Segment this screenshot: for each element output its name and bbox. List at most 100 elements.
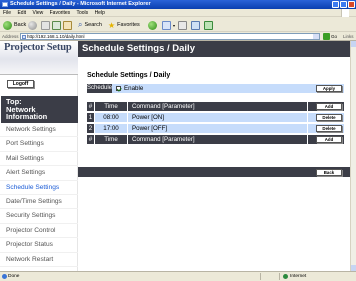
search-icon: ⌕ xyxy=(78,20,83,29)
stop-icon xyxy=(41,20,50,30)
sidebar-item-projector-status[interactable]: Projector Status xyxy=(0,238,78,253)
messenger-button[interactable] xyxy=(204,20,213,30)
favorites-button[interactable]: ★ Favorites xyxy=(108,20,140,30)
sidebar-item-security-settings[interactable]: Security Settings xyxy=(0,209,78,224)
mail-chevron-icon: ▾ xyxy=(173,22,176,28)
back-label: Back xyxy=(14,22,27,28)
maximize-icon[interactable] xyxy=(340,1,347,8)
mail-button[interactable]: ▾ xyxy=(162,20,175,30)
print-icon xyxy=(178,20,187,30)
forward-arrow-icon xyxy=(28,20,37,30)
sidebar-item-date-time-settings[interactable]: Date/Time Settings xyxy=(0,195,78,210)
sidebar-item-network-restart[interactable]: Network Restart xyxy=(0,253,78,267)
row-number: 1 xyxy=(87,113,94,122)
home-icon xyxy=(63,20,72,30)
schedule-enable-row: Schedule Enable xyxy=(87,84,344,93)
vertical-scrollbar[interactable] xyxy=(350,41,356,271)
status-text: Done xyxy=(8,274,20,279)
menu-bar: File Edit View Favorites Tools Help xyxy=(0,9,356,17)
sidebar-item-network-settings[interactable]: Network Settings xyxy=(0,123,78,138)
mail-icon xyxy=(162,20,171,30)
logoff-button[interactable]: Logoff xyxy=(7,80,34,88)
minimize-icon[interactable] xyxy=(332,1,339,8)
menu-edit[interactable]: Edit xyxy=(17,10,26,16)
status-separator xyxy=(260,273,261,280)
footer-command: Command [Parameter] xyxy=(128,135,307,144)
row-time: 17:00 xyxy=(95,124,127,133)
page-header: Schedule Settings / Daily xyxy=(78,41,350,57)
refresh-button[interactable] xyxy=(52,20,61,30)
menu-favorites[interactable]: Favorites xyxy=(50,10,71,16)
schedule-table-footer: # Time Command [Parameter] xyxy=(87,135,344,144)
sidebar-item-mail-settings[interactable]: Mail Settings xyxy=(0,152,78,167)
go-arrow-icon xyxy=(323,33,330,40)
go-button[interactable]: Go xyxy=(323,33,337,40)
sidebar-item-schedule-settings[interactable]: Schedule Settings xyxy=(0,181,78,195)
menu-view[interactable]: View xyxy=(32,10,43,16)
sidebar-nav: Network Settings Port Settings Mail Sett… xyxy=(0,123,78,267)
address-bar: Address http://192.168.1.10/daily.html G… xyxy=(0,32,356,41)
add-button-bottom[interactable]: Add xyxy=(316,136,342,143)
print-button[interactable] xyxy=(178,20,187,30)
menu-help[interactable]: Help xyxy=(95,10,105,16)
windows-logo-icon xyxy=(341,9,349,17)
history-button[interactable] xyxy=(148,20,157,30)
go-label: Go xyxy=(331,34,338,39)
star-icon: ★ xyxy=(108,20,116,30)
projector-setup-logo: Projector Setup xyxy=(4,42,72,53)
address-url: http://192.168.1.10/daily.html xyxy=(27,34,85,39)
links-label[interactable]: Links xyxy=(343,32,354,41)
menu-tools[interactable]: Tools xyxy=(76,10,88,16)
delete-button[interactable]: Delete xyxy=(316,114,342,121)
favorites-label: Favorites xyxy=(117,22,140,28)
refresh-icon xyxy=(52,20,61,30)
menu-file[interactable]: File xyxy=(3,10,11,16)
forward-button[interactable] xyxy=(28,20,37,30)
search-button[interactable]: ⌕ Search xyxy=(78,20,102,30)
enable-label: Enable xyxy=(124,85,144,92)
ie-app-icon xyxy=(2,2,8,7)
close-icon[interactable] xyxy=(348,1,355,8)
delete-button[interactable]: Delete xyxy=(316,125,342,132)
schedule-label: Schedule xyxy=(87,84,113,93)
window-controls xyxy=(332,1,355,8)
edit-icon xyxy=(191,20,200,30)
back-arrow-icon xyxy=(3,20,12,30)
sidebar-item-projector-control[interactable]: Projector Control xyxy=(0,224,78,239)
sidebar: Projector Setup Logoff Top: Network Info… xyxy=(0,41,78,271)
history-icon xyxy=(148,20,157,30)
sidebar-item-alert-settings[interactable]: Alert Settings xyxy=(0,166,78,181)
row-time: 08:00 xyxy=(95,113,127,122)
scroll-up-icon[interactable] xyxy=(351,41,356,47)
home-button[interactable] xyxy=(63,20,72,30)
table-row: 1 08:00 Power [ON] xyxy=(87,113,344,122)
search-label: Search xyxy=(84,22,102,28)
enable-checkbox[interactable] xyxy=(116,86,121,91)
stop-button[interactable] xyxy=(41,20,50,30)
footer-time: Time xyxy=(95,135,127,144)
browser-toolbar: Back ▾ ⌕ Search ★ Favorites ▾ xyxy=(0,17,356,32)
window-title: Schedule Settings / Daily - Microsoft In… xyxy=(10,1,151,7)
top-network-information-link[interactable]: Top: Network Information xyxy=(1,96,78,123)
edit-button[interactable] xyxy=(191,20,200,30)
page-status-icon xyxy=(2,274,7,279)
apply-button[interactable]: Apply xyxy=(316,85,342,92)
messenger-icon xyxy=(204,20,213,30)
page-icon xyxy=(22,35,26,39)
top-network-line3: Information xyxy=(6,112,48,121)
column-header-command: Command [Parameter] xyxy=(128,102,307,111)
row-command: Power [OFF] xyxy=(128,124,307,133)
address-dropdown-icon[interactable] xyxy=(313,34,319,39)
add-button-top[interactable]: Add xyxy=(316,103,342,110)
window-title-bar: Schedule Settings / Daily - Microsoft In… xyxy=(0,0,356,9)
back-button-page[interactable]: Back xyxy=(316,169,342,176)
page-content: Projector Setup Logoff Top: Network Info… xyxy=(0,41,350,271)
back-bar xyxy=(78,167,350,177)
internet-zone-icon xyxy=(283,274,288,279)
address-input[interactable]: http://192.168.1.10/daily.html xyxy=(20,33,320,40)
back-button[interactable]: Back ▾ xyxy=(3,20,30,30)
row-number: 2 xyxy=(87,124,94,133)
column-header-number: # xyxy=(87,102,94,111)
sidebar-item-port-settings[interactable]: Port Settings xyxy=(0,137,78,152)
column-header-time: Time xyxy=(95,102,127,111)
